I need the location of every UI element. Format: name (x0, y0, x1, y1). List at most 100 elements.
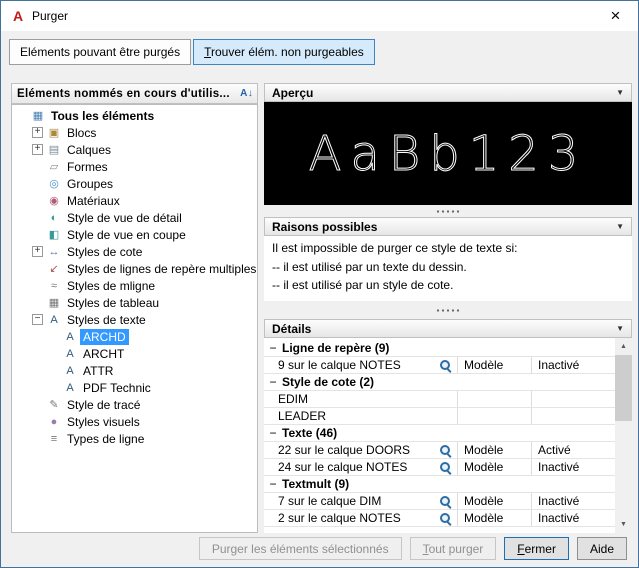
details-group-style-de-cote-2[interactable]: − Style de cote (2) (264, 374, 615, 391)
tree-item-styles-de-mligne[interactable]: ≈ Styles de mligne (12, 277, 257, 294)
tree-item-styles-de-tableau[interactable]: ▦ Styles de tableau (12, 294, 257, 311)
details-item-space: Modèle (458, 459, 532, 475)
splitter-handle[interactable] (264, 301, 632, 319)
details-group-label: Ligne de repère (9) (282, 341, 390, 355)
tree-item-types-de-ligne[interactable]: ≡ Types de ligne (12, 430, 257, 447)
details-item-status: Inactivé (538, 494, 580, 508)
help-button[interactable]: Aide (576, 537, 627, 560)
button-label: Tout purger (422, 541, 484, 556)
zoom-icon[interactable] (439, 495, 452, 508)
zoom-icon-cell (434, 510, 458, 526)
linetype-icon: ≡ (50, 432, 58, 445)
purge-selected-button: Purger les éléments sélectionnés (198, 537, 402, 560)
details-row-24-sur-le-calque-notes[interactable]: 24 sur le calque NOTES Modèle Inactivé (264, 459, 615, 476)
details-table: − Ligne de repère (9) 9 sur le calque NOTE… (264, 338, 615, 533)
tree-item-style-de-vue-de-detail[interactable]: ◐ Style de vue de détail (12, 209, 257, 226)
scroll-up-button[interactable]: ▲ (615, 338, 632, 355)
tree-item-tous-les-elements[interactable]: ▦ Tous les éléments (12, 107, 257, 124)
tree-item-materiaux[interactable]: ◉ Matériaux (12, 192, 257, 209)
details-group-texte-46[interactable]: − Texte (46) (264, 425, 615, 442)
tree-item-formes[interactable]: ▱ Formes (12, 158, 257, 175)
expand-icon[interactable]: + (32, 246, 43, 257)
chevron-down-icon[interactable]: ▼ (616, 222, 624, 231)
reason-line: -- il est utilisé par un texte du dessin… (272, 259, 467, 274)
details-item-name: 7 sur le calque DIM (278, 494, 382, 508)
tree-header-label: Eléments nommés en cours d'utilis... (17, 87, 230, 100)
tree-item-styles-de-cote[interactable]: + ↔ Styles de cote (12, 243, 257, 260)
tab-purgeable[interactable]: Eléments pouvant être purgés (9, 39, 192, 65)
expand-icon[interactable]: + (32, 127, 43, 138)
details-group-textmult-9[interactable]: − Textmult (9) (264, 476, 615, 493)
details-scrollbar[interactable]: ▲ ▼ (615, 338, 632, 533)
scrollbar-thumb[interactable] (615, 355, 632, 421)
details-item-status (532, 391, 615, 407)
details-item-name: 24 sur le calque NOTES (278, 460, 408, 474)
details-row-22-sur-le-calque-doors[interactable]: 22 sur le calque DOORS Modèle Activé (264, 442, 615, 459)
scroll-down-button[interactable]: ▼ (615, 516, 632, 533)
button-label: Fermer (517, 541, 556, 556)
details-row-7-sur-le-calque-dim[interactable]: 7 sur le calque DIM Modèle Inactivé (264, 493, 615, 510)
table-style-icon: ▦ (48, 297, 60, 309)
close-button[interactable]: × (593, 1, 638, 31)
tree: ▦ Tous les éléments + ▣ Blocs + ▤ Calques ▱ Forme… (11, 104, 258, 533)
details-item-space (458, 408, 532, 424)
text-style-item-icon: A (66, 364, 74, 377)
details-row-2-sur-le-calque-notes[interactable]: 2 sur le calque NOTES Modèle Inactivé (264, 510, 615, 527)
close-button[interactable]: Fermer (504, 537, 569, 560)
collapse-icon[interactable]: − (269, 341, 277, 355)
tree-item-style-de-vue-en-coupe[interactable]: ◧ Style de vue en coupe (12, 226, 257, 243)
tree-item-styles-de-texte[interactable]: − A Styles de texte (12, 311, 257, 328)
details-row-leader[interactable]: LEADER (264, 408, 615, 425)
button-label: Purger les éléments sélectionnés (211, 541, 389, 556)
sort-icon[interactable]: A↓ (240, 88, 253, 99)
plot-style-icon: ✎ (49, 399, 59, 411)
details-group-ligne-de-repere-9[interactable]: − Ligne de repère (9) (264, 340, 615, 357)
details-row-9-sur-le-calque-notes[interactable]: 9 sur le calque NOTES Modèle Inactivé (264, 357, 615, 374)
tree-item-blocs[interactable]: + ▣ Blocs (12, 124, 257, 141)
tree-item-label: Groupes (67, 176, 114, 191)
details-header-label: Détails (272, 321, 312, 336)
details-item-status: Inactivé (538, 460, 580, 474)
tree-item-styles-de-lignes-de-repere-multiples[interactable]: ↙ Styles de lignes de repère multiples (12, 260, 257, 277)
tree-item-label: ARCHD (80, 328, 129, 345)
visual-style-icon: ● (50, 415, 58, 428)
multileader-style-icon: ↙ (49, 263, 59, 275)
chevron-down-icon[interactable]: ▼ (616, 324, 624, 333)
zoom-icon[interactable] (439, 512, 452, 525)
tree-item-attr[interactable]: A ATTR (12, 362, 257, 379)
tree-header: Eléments nommés en cours d'utilis... A↓ (11, 83, 258, 104)
reasons-header-label: Raisons possibles (272, 219, 378, 234)
zoom-icon[interactable] (439, 461, 452, 474)
button-label: Trouver élém. non purgeables (204, 45, 364, 59)
expand-icon[interactable]: + (32, 144, 43, 155)
zoom-icon-cell (434, 442, 458, 458)
details-area: − Ligne de repère (9) 9 sur le calque NOTE… (264, 338, 632, 533)
tree-item-styles-visuels[interactable]: ● Styles visuels (12, 413, 257, 430)
details-item-name: 2 sur le calque NOTES (278, 511, 401, 525)
empty-icon-cell (434, 408, 458, 424)
tree-item-label: Tous les éléments (51, 108, 155, 123)
collapse-icon[interactable]: − (269, 477, 277, 491)
tree-item-label: Style de tracé (67, 397, 141, 412)
details-group-label: Style de cote (2) (282, 375, 375, 389)
tree-item-archt[interactable]: A ARCHT (12, 345, 257, 362)
collapse-icon[interactable]: − (32, 314, 43, 325)
splitter-handle[interactable] (264, 205, 632, 217)
details-row-edim[interactable]: EDIM (264, 391, 615, 408)
chevron-down-icon[interactable]: ▼ (616, 88, 624, 97)
reason-line: Il est impossible de purger ce style de … (272, 241, 518, 255)
tree-item-archd[interactable]: A ARCHD (12, 328, 257, 345)
tree-item-style-de-trace[interactable]: ✎ Style de tracé (12, 396, 257, 413)
zoom-icon[interactable] (439, 359, 452, 372)
details-group-label: Textmult (9) (282, 477, 350, 491)
tree-item-pdf-technic[interactable]: A PDF Technic (12, 379, 257, 396)
tree-item-label: ATTR (83, 363, 114, 378)
tree-item-groupes[interactable]: ◎ Groupes (12, 175, 257, 192)
tree-item-calques[interactable]: + ▤ Calques (12, 141, 257, 158)
collapse-icon[interactable]: − (269, 426, 277, 440)
zoom-icon[interactable] (439, 444, 452, 457)
collapse-icon[interactable]: − (269, 375, 277, 389)
splitter-dots (436, 209, 460, 213)
tab-non-purgeable[interactable]: Trouver élém. non purgeables (193, 39, 375, 65)
named-items-panel: Eléments nommés en cours d'utilis... A↓ … (11, 83, 258, 533)
